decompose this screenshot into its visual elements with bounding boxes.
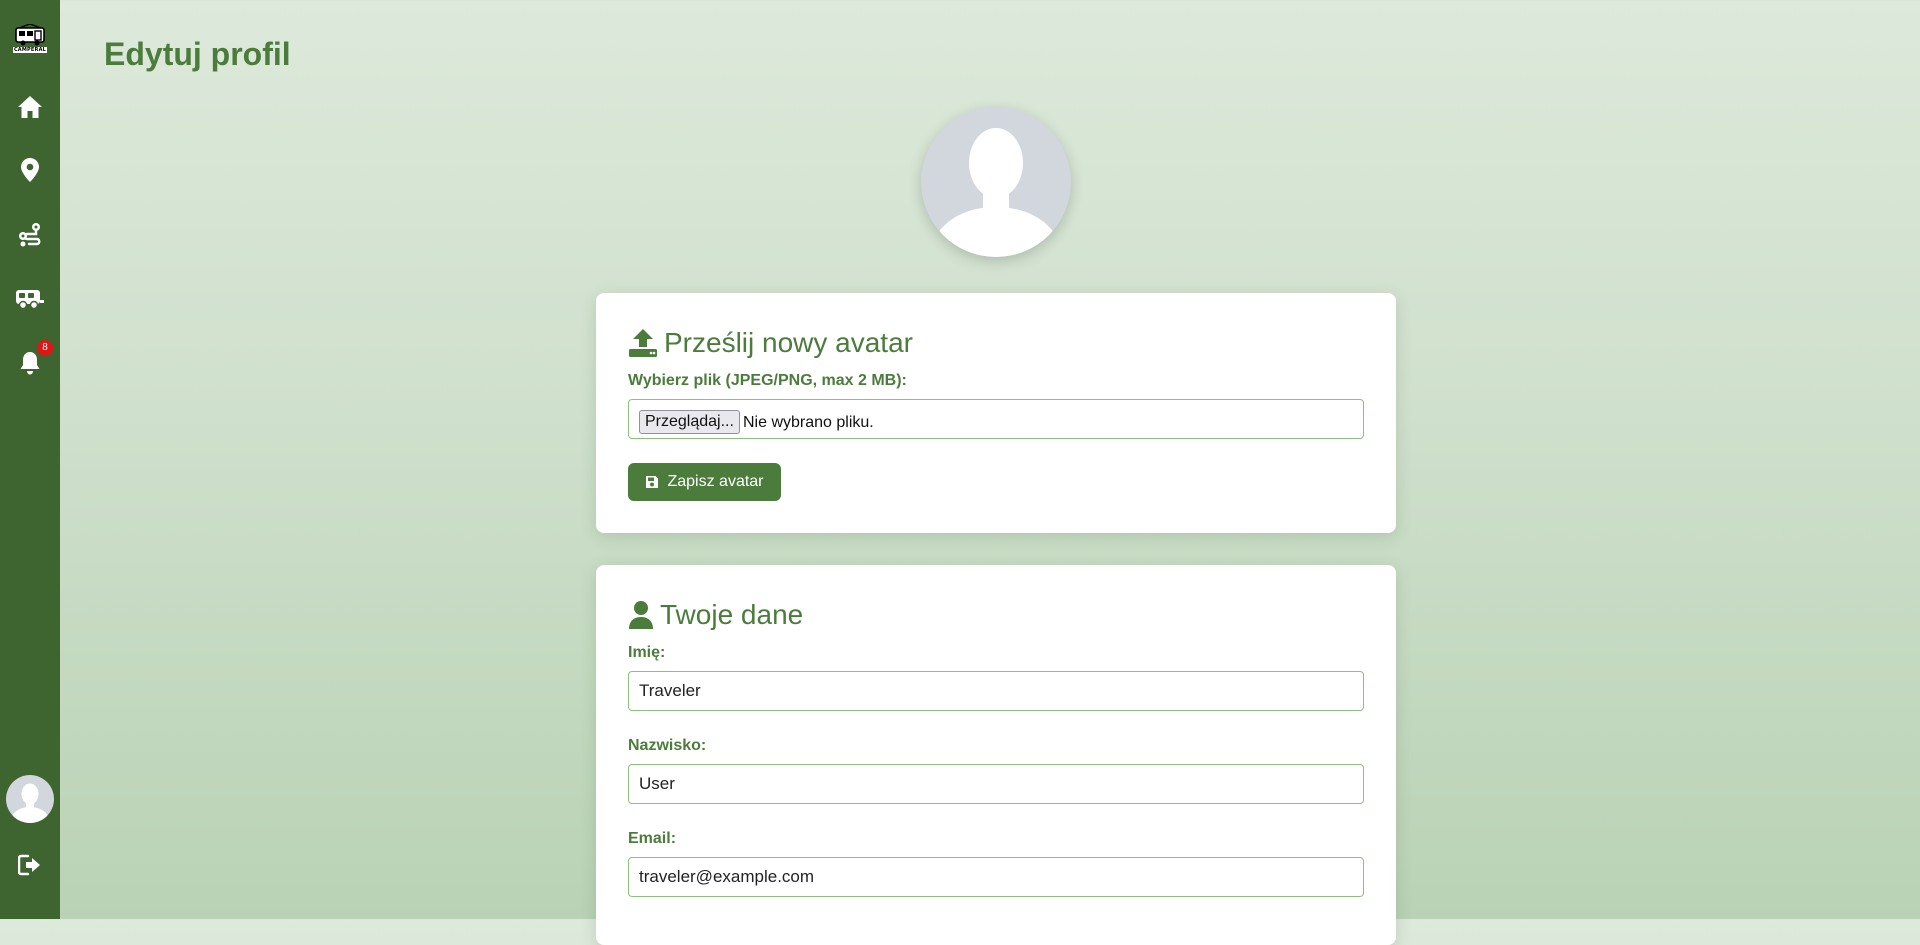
camper-logo-icon xyxy=(15,24,45,46)
sidebar: CAMPERAL 8 xyxy=(0,0,60,919)
sidebar-item-routes[interactable] xyxy=(15,220,45,250)
logout-button[interactable] xyxy=(15,850,45,880)
app-logo[interactable]: CAMPERAL xyxy=(12,24,48,56)
first-name-label: Imię: xyxy=(628,644,666,661)
upload-icon xyxy=(629,329,657,357)
file-input[interactable]: Przeglądaj... Nie wybrano pliku. xyxy=(628,399,1364,439)
sidebar-item-campers[interactable] xyxy=(15,284,45,314)
bell-icon xyxy=(20,352,40,375)
user-icon xyxy=(629,601,653,629)
file-label: Wybierz plik (JPEG/PNG, max 2 MB): xyxy=(628,372,907,389)
first-name-input[interactable] xyxy=(628,671,1364,711)
save-icon xyxy=(646,476,659,488)
camper-van-icon xyxy=(16,290,44,310)
sidebar-item-home[interactable] xyxy=(15,92,45,122)
personal-data-title: Twoje dane xyxy=(628,599,803,631)
upload-avatar-card: Prześlij nowy avatar Wybierz plik (JPEG/… xyxy=(596,293,1396,533)
user-silhouette-icon xyxy=(929,128,1063,257)
page-title: Edytuj profil xyxy=(104,36,291,72)
user-silhouette-icon xyxy=(10,783,50,823)
route-icon xyxy=(19,223,41,247)
upload-avatar-title-text: Prześlij nowy avatar xyxy=(664,327,913,358)
logo-text: CAMPERAL xyxy=(12,47,48,53)
save-avatar-button[interactable]: Zapisz avatar xyxy=(628,463,781,501)
profile-avatar xyxy=(921,107,1071,257)
personal-data-title-text: Twoje dane xyxy=(660,599,804,630)
logout-icon xyxy=(18,854,40,876)
user-avatar[interactable] xyxy=(6,775,54,823)
home-icon xyxy=(18,96,42,118)
upload-avatar-title: Prześlij nowy avatar xyxy=(628,327,913,359)
sidebar-item-places[interactable] xyxy=(15,155,45,185)
email-input[interactable] xyxy=(628,857,1364,897)
last-name-input[interactable] xyxy=(628,764,1364,804)
file-status-text: Nie wybrano pliku. xyxy=(743,414,874,431)
last-name-label: Nazwisko: xyxy=(628,737,707,754)
personal-data-card: Twoje dane Imię: Nazwisko: Email: xyxy=(596,565,1396,945)
save-avatar-label: Zapisz avatar xyxy=(667,473,764,490)
notification-count-badge: 8 xyxy=(37,340,53,356)
browse-button[interactable]: Przeglądaj... xyxy=(639,410,740,434)
map-pin-icon xyxy=(21,158,39,182)
email-label: Email: xyxy=(628,830,677,847)
